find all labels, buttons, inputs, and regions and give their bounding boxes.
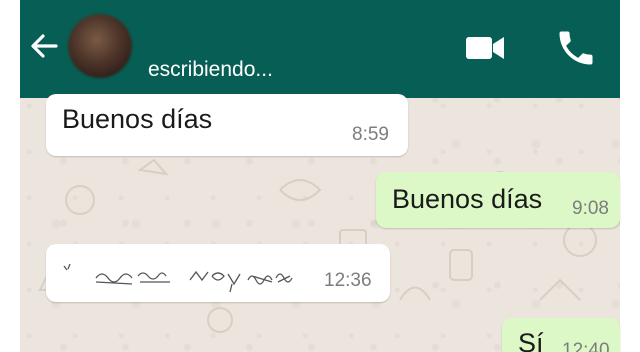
message-text: Buenos días bbox=[62, 104, 213, 134]
message-bubble-incoming[interactable]: Buenos días 8:59 bbox=[46, 94, 408, 156]
message-time: 12:40 bbox=[562, 340, 610, 352]
message-time: 12:36 bbox=[324, 270, 372, 291]
message-time: 8:59 bbox=[352, 124, 389, 145]
obscured-message-text bbox=[63, 263, 293, 293]
message-bubble-outgoing[interactable]: Buenos días 9:08 bbox=[376, 172, 620, 228]
chat-header: escribiendo... bbox=[20, 0, 620, 98]
video-call-button[interactable] bbox=[464, 30, 508, 66]
message-bubble-outgoing[interactable]: Sí 12:40 bbox=[502, 318, 620, 352]
message-bubble-incoming[interactable]: 12:36 bbox=[46, 244, 390, 302]
phone-icon bbox=[559, 31, 593, 65]
typing-status: escribiendo... bbox=[148, 58, 273, 81]
arrow-left-icon bbox=[31, 34, 58, 58]
video-camera-icon bbox=[466, 37, 504, 59]
message-text: Sí bbox=[518, 328, 544, 352]
contact-avatar[interactable] bbox=[68, 14, 132, 78]
message-text: Buenos días bbox=[392, 184, 543, 214]
back-button[interactable] bbox=[26, 28, 62, 64]
voice-call-button[interactable] bbox=[554, 26, 598, 70]
message-time: 9:08 bbox=[572, 198, 609, 219]
